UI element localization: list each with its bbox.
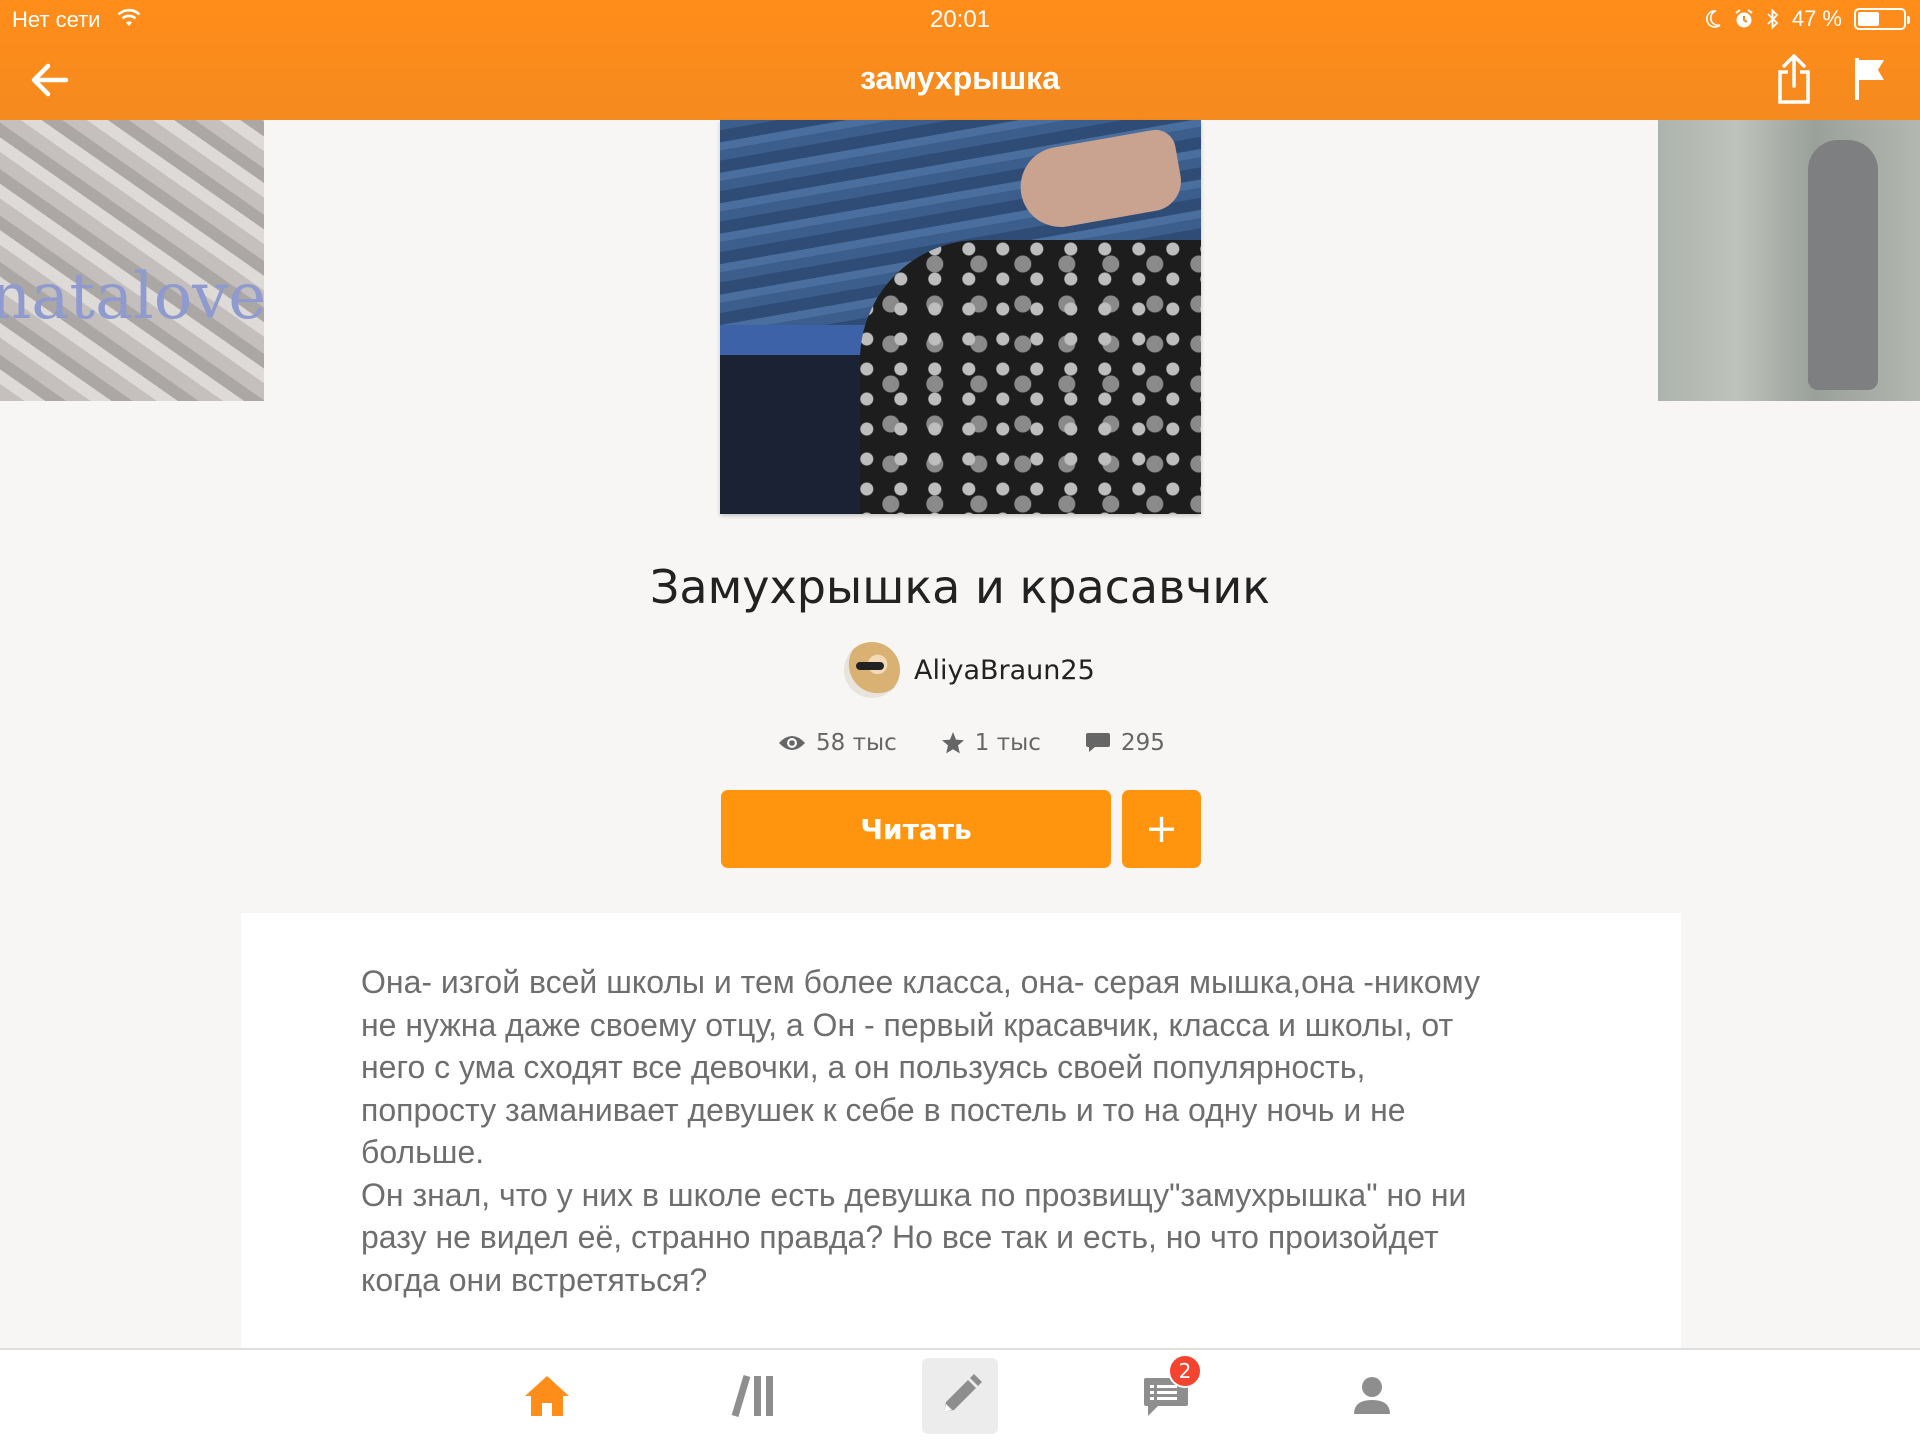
votes-stat: 1 тыс [941,730,1041,756]
library-icon [731,1374,773,1418]
star-icon [941,732,964,754]
previous-book-cover[interactable]: natalover4 [0,120,264,401]
description-line: больше. [361,1134,485,1170]
home-icon [525,1376,569,1416]
pencil-icon [944,1374,982,1412]
add-to-library-button[interactable]: + [1122,790,1201,868]
eye-icon [779,736,805,750]
status-bar: Нет сети 20:01 47 % [0,0,1920,40]
tab-bar: 2 [0,1348,1920,1440]
tab-library[interactable] [716,1358,792,1434]
description-line: не нужна даже своему отцу, а Он - первый… [361,1006,1454,1043]
top-bar: Нет сети 20:01 47 % замухрышка [0,0,1920,120]
alarm-icon [1735,9,1753,28]
description-line: Она- изгой всей школы и тем более класса… [361,964,1480,1000]
cover-watermark: natalover4 [0,260,264,334]
description-line: Он знал, что у них в школе есть девушка … [361,1176,1467,1213]
views-stat: 58 тыс [778,730,897,756]
author-avatar[interactable] [844,642,900,698]
status-right: 47 % [1704,6,1910,32]
tab-write[interactable] [922,1358,998,1434]
cover-figure [1808,140,1878,390]
battery-icon [1854,8,1910,30]
description-card: Она- изгой всей школы и тем более класса… [241,913,1681,1349]
flag-icon[interactable] [1852,56,1888,102]
tab-profile[interactable] [1334,1358,1410,1434]
views-count: 58 тыс [816,730,897,756]
votes-count: 1 тыс [974,730,1041,756]
next-book-cover[interactable] [1658,120,1920,401]
battery-percent: 47 % [1791,6,1842,31]
book-stats: 58 тыс 1 тыс 295 [778,730,1165,756]
messages-badge: 2 [1168,1354,1202,1388]
tab-messages[interactable]: 2 [1128,1354,1204,1434]
book-description: Она- изгой всей школы и тем более класса… [361,961,1581,1301]
description-line: него с ума сходят все девочки, а он поль… [361,1049,1366,1085]
author-link[interactable]: AliyaBraun25 [844,642,1095,698]
description-line: когда они встретяться? [361,1261,708,1298]
moon-icon [1705,10,1721,28]
profile-icon [1354,1377,1390,1414]
author-name[interactable]: AliyaBraun25 [914,655,1095,686]
comment-icon [1085,733,1110,752]
read-button[interactable]: Читать [721,790,1111,868]
comments-count: 295 [1120,730,1165,756]
status-time: 20:01 [929,6,991,33]
description-line: разу не видел её, странно правда? Но все… [361,1219,1439,1255]
share-icon[interactable] [1774,52,1814,106]
nav-title: замухрышка [860,60,1060,96]
bluetooth-icon [1767,8,1779,30]
comments-stat: 295 [1085,730,1165,756]
description-line: попросту заманивает девушек к себе в пос… [361,1091,1406,1128]
navigation-bar: замухрышка [0,40,1920,120]
book-cover [720,120,1201,514]
tab-home[interactable] [509,1358,585,1434]
book-title: Замухрышка и красавчик [649,560,1271,614]
